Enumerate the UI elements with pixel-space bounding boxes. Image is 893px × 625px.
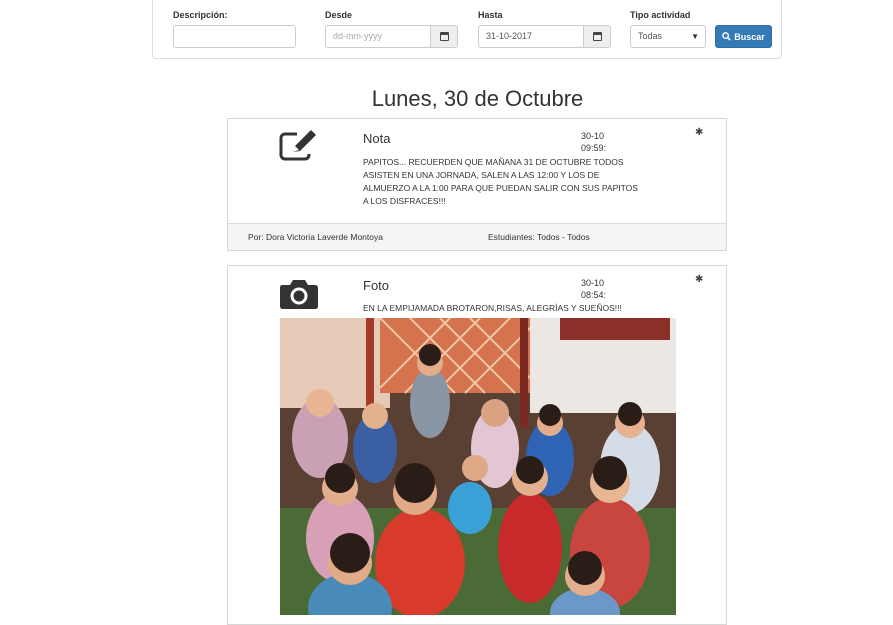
desde-date-input[interactable]: dd-mm-yyyy (325, 25, 431, 48)
activity-students: Estudiantes: Todos - Todos (488, 232, 590, 242)
activity-footer: Por: Dora Victoria Laverde Montoya Estud… (228, 223, 726, 250)
activity-photo[interactable] (280, 318, 676, 615)
descripcion-input[interactable] (173, 25, 296, 48)
activity-body: EN LA EMPIJAMADA BROTARON,RISAS, ALEGRÍA… (363, 303, 622, 313)
pencil-square-icon (278, 129, 318, 163)
tipo-actividad-label: Tipo actividad (630, 10, 691, 20)
hasta-date-input[interactable]: 31-10-2017 (478, 25, 584, 48)
activity-hour: 08:54: (581, 290, 607, 300)
activity-type: Foto (363, 278, 390, 293)
tipo-actividad-select[interactable]: Todas ▼ (630, 25, 706, 48)
day-title: Lunes, 30 de Octubre (371, 86, 584, 111)
camera-icon (278, 276, 318, 310)
desde-label: Desde (325, 10, 353, 20)
buscar-label: Buscar (734, 31, 765, 42)
search-icon (722, 32, 731, 41)
gear-icon[interactable]: ✱ (695, 127, 703, 138)
activity-date: 30-10 (581, 278, 605, 288)
filter-panel: Descripción: Desde dd-mm-yyyy Hasta 31-1… (152, 0, 782, 59)
activity-body: PAPITOS... RECUERDEN QUE MAÑANA 31 DE OC… (363, 157, 638, 206)
activity-card-nota: Nota 30-10 09:59: ✱ PAPITOS... RECUERDEN… (227, 118, 727, 251)
activity-date: 30-10 (581, 131, 605, 141)
activity-type: Nota (363, 131, 391, 146)
activity-author: Por: Dora Victoria Laverde Montoya (248, 232, 383, 242)
caret-down-icon: ▼ (691, 32, 699, 41)
desde-calendar-button[interactable] (430, 25, 458, 48)
activity-hour: 09:59: (581, 143, 607, 153)
activity-time: 30-10 09:59: (581, 130, 617, 154)
tipo-actividad-value: Todas (638, 31, 663, 41)
hasta-label: Hasta (478, 10, 503, 20)
descripcion-label: Descripción: (173, 10, 228, 20)
activity-time: 30-10 08:54: (581, 277, 617, 301)
buscar-button[interactable]: Buscar (715, 25, 772, 48)
activity-card-foto: Foto 30-10 08:54: ✱ EN LA EMPIJAMADA BRO… (227, 265, 727, 625)
calendar-icon (439, 32, 449, 41)
calendar-icon (592, 32, 602, 41)
gear-icon[interactable]: ✱ (695, 274, 703, 285)
hasta-calendar-button[interactable] (583, 25, 611, 48)
